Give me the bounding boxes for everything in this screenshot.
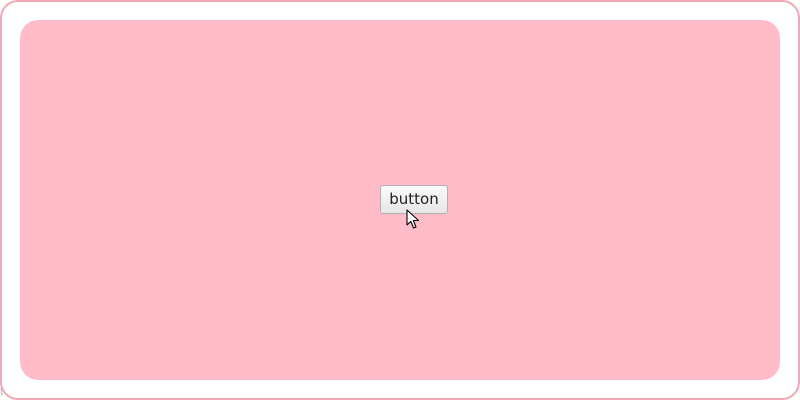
app-window: button <box>0 0 800 400</box>
pink-panel: button <box>20 20 780 380</box>
corner-glyph: t <box>0 384 4 398</box>
main-button[interactable]: button <box>380 185 448 214</box>
